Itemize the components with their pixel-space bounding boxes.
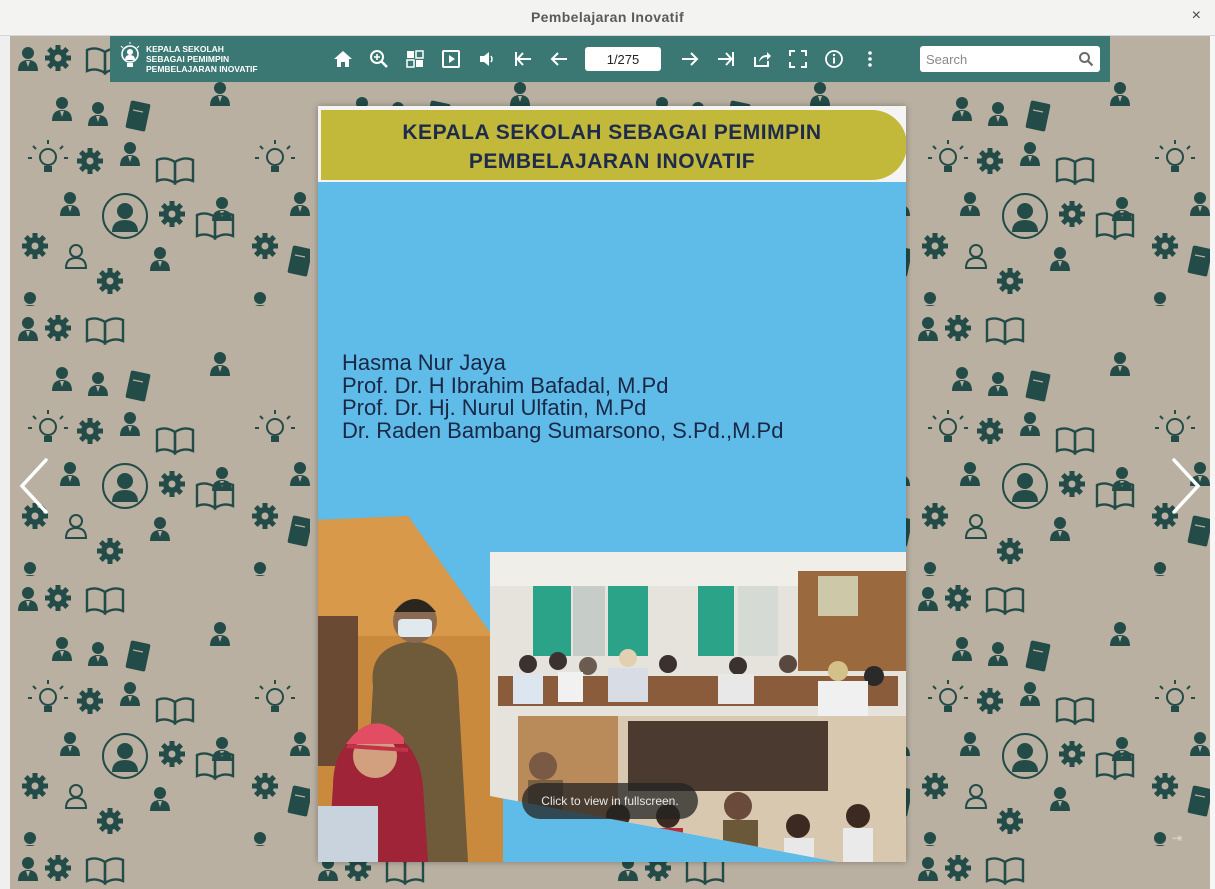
more-options-button[interactable]: [859, 48, 881, 70]
author-4: Dr. Raden Bambang Sumarsono, S.Pd.,M.Pd: [342, 417, 784, 443]
auto-flip-button[interactable]: [440, 48, 462, 70]
last-page-button[interactable]: [715, 48, 737, 70]
logo-text: KEPALA SEKOLAH SEBAGAI PEMIMPIN PEMBELAJ…: [146, 44, 258, 74]
book-cover-page[interactable]: KEPALA SEKOLAH SEBAGAI PEMIMPIN PEMBELAJ…: [318, 106, 906, 862]
logo-line-3: PEMBELAJARAN INOVATIF: [146, 64, 258, 74]
info-icon: [825, 50, 843, 68]
close-icon[interactable]: ×: [1192, 7, 1201, 25]
cover-title-banner: KEPALA SEKOLAH SEBAGAI PEMIMPIN PEMBELAJ…: [318, 106, 906, 182]
search-box: [920, 46, 1100, 72]
flipbook-toolbar: KEPALA SEKOLAH SEBAGAI PEMIMPIN PEMBELAJ…: [110, 36, 1110, 82]
window-left-edge: [0, 36, 10, 889]
previous-page-arrow-icon[interactable]: [18, 456, 52, 516]
sound-icon: [480, 52, 493, 66]
sound-button[interactable]: [476, 48, 498, 70]
window-title: Pembelajaran Inovatif: [530, 9, 685, 25]
last-page-icon: [718, 52, 734, 66]
search-icon[interactable]: [1078, 51, 1094, 67]
first-page-button[interactable]: [512, 48, 534, 70]
logo-line-1: KEPALA SEKOLAH: [146, 44, 224, 54]
previous-page-icon: [550, 52, 567, 66]
book-logo: KEPALA SEKOLAH SEBAGAI PEMIMPIN PEMBELAJ…: [118, 41, 268, 77]
logo-line-2: SEBAGAI PEMIMPIN: [146, 54, 230, 64]
thumbnails-icon: [406, 50, 424, 68]
author-2: Prof. Dr. H Ibrahim Bafadal, M.Pd: [342, 372, 669, 398]
page-number-input[interactable]: [585, 47, 661, 71]
cover-title-line-1: KEPALA SEKOLAH SEBAGAI PEMIMPIN: [402, 121, 822, 144]
lightbulb-logo-icon: [120, 42, 140, 67]
thumbnails-button[interactable]: [404, 48, 426, 70]
share-button[interactable]: [751, 48, 773, 70]
next-page-icon: [682, 52, 699, 66]
info-button[interactable]: [823, 48, 845, 70]
fullscreen-icon: [789, 50, 807, 68]
first-page-icon: [515, 52, 531, 66]
fullscreen-button[interactable]: [787, 48, 809, 70]
more-icon: [868, 51, 872, 67]
cover-authors: Hasma Nur Jaya Prof. Dr. H Ibrahim Bafad…: [342, 350, 784, 443]
student-teacher-photo: [318, 516, 503, 862]
author-1: Hasma Nur Jaya: [342, 350, 506, 375]
flipbook-stage: KEPALA SEKOLAH SEBAGAI PEMIMPIN PEMBELAJ…: [10, 36, 1210, 889]
title-bar: Pembelajaran Inovatif ×: [0, 0, 1215, 36]
cover-title-line-2: PEMBELAJARAN INOVATIF: [468, 150, 756, 173]
next-page-arrow-icon[interactable]: [1168, 456, 1202, 516]
home-button[interactable]: [332, 48, 354, 70]
cover-title: KEPALA SEKOLAH SEBAGAI PEMIMPIN PEMBELAJ…: [318, 118, 906, 176]
home-icon: [334, 51, 352, 67]
author-3: Prof. Dr. Hj. Nurul Ulfatin, M.Pd: [342, 395, 647, 420]
zoom-in-button[interactable]: [368, 48, 390, 70]
share-icon: [754, 52, 771, 67]
search-input[interactable]: [926, 46, 1076, 72]
fullscreen-hint[interactable]: Click to view in fullscreen.: [522, 783, 698, 819]
app-window: Pembelajaran Inovatif × KEPALA SEKOLAH S…: [0, 0, 1215, 889]
previous-page-button[interactable]: [548, 48, 570, 70]
auto-flip-icon: [442, 50, 460, 68]
zoom-in-icon: [370, 50, 388, 68]
last-page-hint-icon[interactable]: ⇥: [1172, 831, 1182, 845]
next-page-button[interactable]: [679, 48, 701, 70]
